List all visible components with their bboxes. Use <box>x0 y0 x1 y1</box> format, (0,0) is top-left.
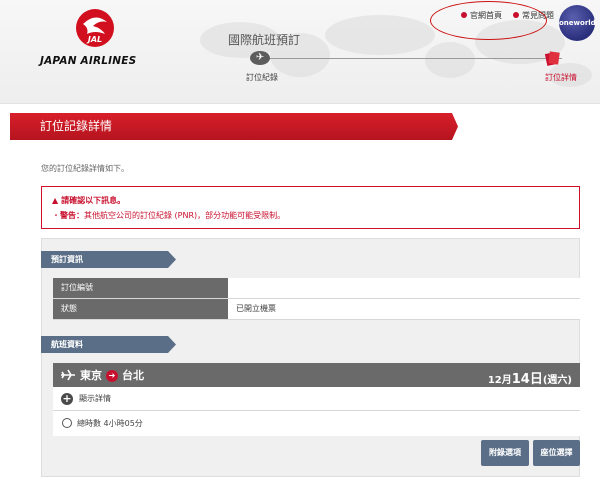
progress-line <box>262 58 562 59</box>
warning-notice: ▲ 請確認以下訊息。 ・警告：其他航空公司的訂位紀錄 (PNR)，部分功能可能受限… <box>41 186 580 229</box>
flight-route: 東京 ➔ 台北 <box>80 367 144 383</box>
flight-month: 12月 <box>487 375 512 386</box>
notice-body: 其他航空公司的訂位紀錄 (PNR)，部分功能可能受限制。 <box>84 211 286 220</box>
booking-ref-value <box>228 278 580 298</box>
intro-text: 您的訂位紀錄詳情如下。 <box>41 164 129 173</box>
header: JAL JAPAN AIRLINES 國際航班預訂 ✈ 訂位紀錄 訂位詳情 官網… <box>0 0 600 104</box>
logo-badge-text: JAL <box>86 35 102 44</box>
plus-icon[interactable]: + <box>61 393 73 405</box>
status-value: 已開立機票 <box>236 304 276 313</box>
notice-title: ▲ 請確認以下訊息。 <box>52 195 125 206</box>
step-label-records: 訂位紀錄 <box>246 73 278 82</box>
plane-step-icon: ✈ <box>250 51 270 65</box>
extras-button[interactable]: 附錄選項 <box>481 440 529 466</box>
show-details-row[interactable]: + 顯示詳情 <box>53 387 580 411</box>
table-row: 狀態 已開立機票 <box>53 299 580 320</box>
flight-info-tag: 航班資料 <box>41 336 176 353</box>
plane-icon <box>61 369 75 381</box>
notice-prefix: 警告： <box>60 211 84 220</box>
jal-crane-logo-icon[interactable]: JAL <box>75 8 115 48</box>
duration-row: 總時數 4小時05分 <box>53 411 580 436</box>
origin-city: 東京 <box>80 369 102 382</box>
warning-icon: ▲ <box>52 196 59 205</box>
oneworld-logo[interactable]: oneworld <box>559 5 596 41</box>
step-label-details: 訂位詳情 <box>545 73 577 82</box>
annotation-ellipse <box>430 1 547 40</box>
section-title-banner: 訂位記錄詳情 <box>10 113 458 140</box>
destination-city: 台北 <box>122 369 144 382</box>
ticket-step-icon <box>544 51 560 66</box>
table-row: 訂位編號 <box>53 278 580 299</box>
arrow-right-icon: ➔ <box>106 370 118 382</box>
flight-date: 12月14日(週六) <box>488 368 572 387</box>
duration-label: 總時數 4小時05分 <box>77 419 143 428</box>
booking-info-tag: 預訂資訊 <box>41 251 176 268</box>
seat-selection-button[interactable]: 座位選擇 <box>533 440 580 466</box>
airline-logo-text[interactable]: JAPAN AIRLINES <box>40 55 148 67</box>
notice-text: ・警告：其他航空公司的訂位紀錄 (PNR)，部分功能可能受限制。 <box>52 211 286 220</box>
flight-weekday: (週六) <box>542 375 572 386</box>
page-title: 國際航班預訂 <box>228 33 301 47</box>
flight-day: 14日 <box>511 372 543 387</box>
clock-icon <box>62 418 72 428</box>
show-details-label[interactable]: 顯示詳情 <box>79 393 111 404</box>
booking-ref-label: 訂位編號 <box>53 278 228 298</box>
flight-summary-bar: 東京 ➔ 台北 12月14日(週六) <box>53 363 580 387</box>
status-label: 狀態 <box>53 299 228 319</box>
notice-title-text: 請確認以下訊息。 <box>61 196 126 205</box>
